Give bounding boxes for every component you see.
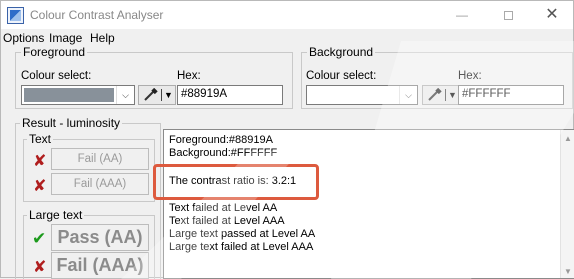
foreground-hex-input[interactable]: #88919A bbox=[177, 85, 283, 105]
background-swatch bbox=[309, 88, 397, 102]
foreground-group-title: Foreground bbox=[21, 45, 88, 59]
chevron-down-icon: ⌵ bbox=[116, 86, 134, 104]
app-icon bbox=[7, 7, 24, 24]
contrast-ratio-highlight bbox=[153, 164, 319, 200]
scroll-up-icon[interactable]: ▲ bbox=[561, 134, 574, 143]
large-text-group-title: Large text bbox=[27, 208, 85, 222]
eyedropper-icon bbox=[144, 88, 158, 101]
eyedropper-icon bbox=[428, 88, 442, 101]
text-aaa-result: Fail (AAA) bbox=[51, 173, 149, 195]
background-colour-select-label: Colour select: bbox=[306, 70, 377, 82]
large-text-aaa-result: Fail (AAA) bbox=[51, 252, 149, 279]
large-text-aa-result: Pass (AA) bbox=[51, 224, 149, 251]
text-group-title: Text bbox=[27, 132, 54, 146]
scroll-down-icon[interactable]: ▼ bbox=[561, 267, 574, 276]
menu-image[interactable]: Image bbox=[49, 31, 82, 45]
results-text-panel[interactable]: Foreground:#88919A Background:#FFFFFF Th… bbox=[163, 129, 574, 279]
result-line-text-aaa: Text failed at Level AAA bbox=[169, 215, 285, 227]
x-icon: ✘ bbox=[33, 153, 47, 170]
result-line-large-aaa: Large text failed at Level AAA bbox=[169, 241, 314, 253]
maximize-icon bbox=[503, 11, 513, 21]
background-hex-label: Hex: bbox=[458, 70, 482, 82]
background-hex-input[interactable]: #FFFFFF bbox=[458, 85, 564, 105]
result-line-large-aa: Large text passed at Level AA bbox=[169, 228, 316, 240]
close-button[interactable]: ✕ bbox=[529, 1, 574, 29]
result-group-title: Result - luminosity bbox=[20, 116, 123, 130]
menu-help[interactable]: Help bbox=[90, 31, 115, 45]
result-line-text-aa: Text failed at Level AA bbox=[169, 202, 278, 214]
foreground-colour-select-label: Colour select: bbox=[21, 70, 92, 82]
result-line-foreground: Foreground:#88919A bbox=[169, 134, 273, 146]
results-scrollbar[interactable]: ▲ ▼ bbox=[560, 130, 574, 278]
chevron-down-icon: ⌵ bbox=[399, 86, 417, 104]
background-colour-select[interactable]: ⌵ bbox=[306, 85, 418, 105]
x-icon: ✘ bbox=[33, 178, 47, 195]
foreground-hex-label: Hex: bbox=[177, 70, 201, 82]
background-eyedropper-button[interactable]: ▼ bbox=[422, 85, 460, 105]
background-group-title: Background bbox=[307, 45, 376, 59]
text-aa-result: Fail (AA) bbox=[51, 148, 149, 170]
result-line-background: Background:#FFFFFF bbox=[169, 147, 278, 159]
chevron-down-icon: ▼ bbox=[448, 90, 457, 100]
x-icon: ✘ bbox=[33, 259, 47, 276]
foreground-swatch bbox=[24, 88, 114, 102]
foreground-colour-select[interactable]: ⌵ bbox=[21, 85, 135, 105]
foreground-eyedropper-button[interactable]: ▼ bbox=[138, 85, 176, 105]
app-window: Colour Contrast Analyser — ✕ Options Ima… bbox=[0, 0, 574, 279]
minimize-button[interactable]: — bbox=[439, 1, 485, 29]
title-bar: Colour Contrast Analyser — ✕ bbox=[1, 1, 573, 29]
menu-options[interactable]: Options bbox=[3, 31, 44, 45]
maximize-button[interactable] bbox=[485, 1, 531, 29]
window-title: Colour Contrast Analyser bbox=[30, 8, 164, 22]
checkmark-icon: ✔ bbox=[32, 229, 47, 248]
chevron-down-icon: ▼ bbox=[164, 90, 173, 100]
